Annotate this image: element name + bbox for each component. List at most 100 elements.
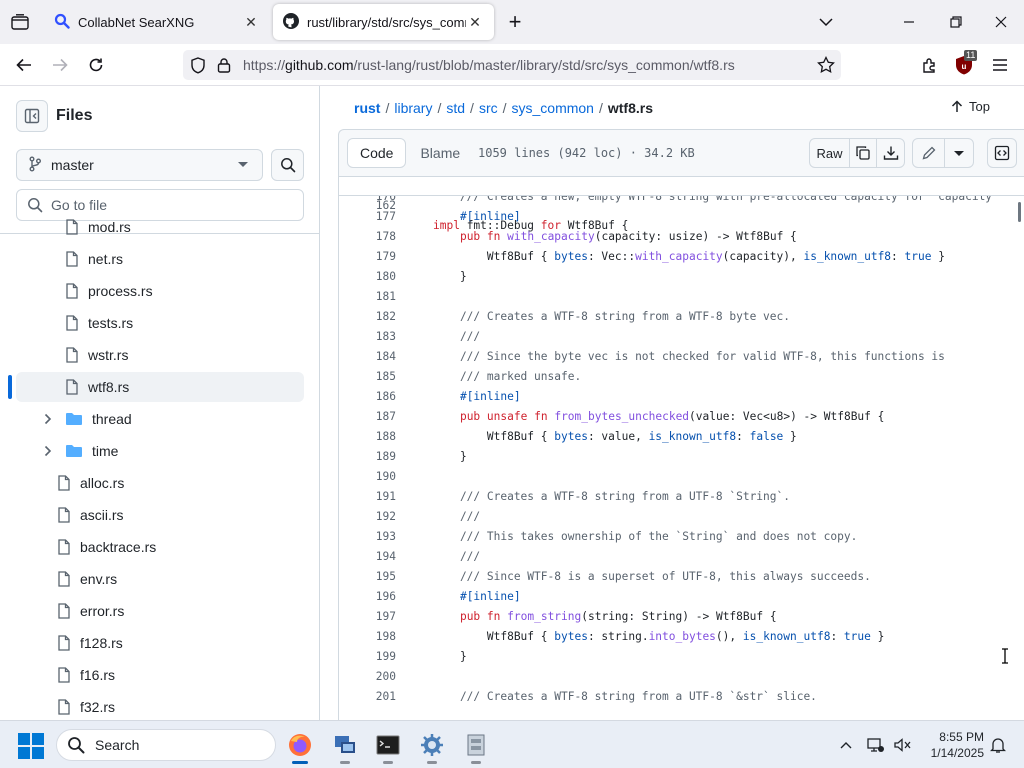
code-line[interactable]: 195 /// Since WTF-8 is a superset of UTF… [339,567,1024,587]
go-to-file-input[interactable] [51,197,291,213]
line-number[interactable]: 195 [339,567,396,587]
code-line[interactable]: 184 /// Since the byte vec is not checke… [339,347,1024,367]
code-line[interactable]: 194 /// [339,547,1024,567]
line-number[interactable]: 183 [339,327,396,347]
code-line[interactable]: 192 /// [339,507,1024,527]
line-number[interactable]: 184 [339,347,396,367]
line-number[interactable]: 182 [339,307,396,327]
lock-icon[interactable] [217,57,231,76]
raw-button[interactable]: Raw [810,139,850,167]
code-line[interactable]: 198 Wtf8Buf { bytes: string.into_bytes()… [339,627,1024,647]
volume-muted-icon[interactable] [893,735,913,755]
line-number[interactable]: 181 [339,287,396,307]
code-line[interactable]: 181 [339,287,1024,307]
edit-options-caret-icon[interactable] [945,139,973,167]
symbols-panel-button[interactable] [987,138,1017,168]
code-line[interactable]: 189 } [339,447,1024,467]
line-number[interactable]: 188 [339,427,396,447]
tree-folder-time[interactable]: time [64,436,304,466]
top-button[interactable]: Top [951,99,990,114]
line-number[interactable]: 186 [339,387,396,407]
file-cabinet-taskbar-icon[interactable] [458,729,494,764]
url-text[interactable]: https://github.com/rust-lang/rust/blob/m… [243,57,735,73]
notification-bell-icon[interactable] [988,735,1008,755]
line-number[interactable]: 200 [339,667,396,687]
breadcrumb-link-sys_common[interactable]: sys_common [512,100,594,116]
copy-raw-icon[interactable] [850,139,877,167]
breadcrumb-link-rust[interactable]: rust [354,100,380,116]
search-files-button[interactable] [271,149,304,181]
chevron-right-icon[interactable] [42,413,54,425]
code-view[interactable]: 162 impl fmt::Debug for Wtf8Buf { 176 //… [338,177,1024,720]
line-number[interactable]: 189 [339,447,396,467]
code-line[interactable]: 188 Wtf8Buf { bytes: value, is_known_utf… [339,427,1024,447]
tree-file-f32-rs[interactable]: f32.rs [56,692,304,720]
close-tab-icon[interactable]: ✕ [466,13,484,31]
code-line[interactable]: 199 } [339,647,1024,667]
line-number[interactable]: 191 [339,487,396,507]
pencil-icon[interactable] [913,139,945,167]
code-line[interactable]: 185 /// marked unsafe. [339,367,1024,387]
tree-file-env-rs[interactable]: env.rs [56,564,304,594]
menu-hamburger-icon[interactable] [986,52,1014,78]
forward-arrow-icon[interactable] [46,52,74,78]
line-number[interactable]: 201 [339,687,396,707]
back-arrow-icon[interactable] [10,52,38,78]
tree-file-wtf8-rs[interactable]: wtf8.rs [16,372,304,402]
tab-overview-icon[interactable] [6,10,34,34]
tree-file-backtrace-rs[interactable]: backtrace.rs [56,532,304,562]
settings-gear-taskbar-icon[interactable] [414,729,450,764]
collapse-sidebar-button[interactable] [16,100,48,132]
scrollbar-thumb[interactable] [1018,202,1021,222]
bookmark-star-icon[interactable] [817,55,835,77]
terminal-taskbar-icon[interactable] [370,729,406,764]
download-icon[interactable] [877,139,904,167]
line-number[interactable]: 196 [339,587,396,607]
windows-start-icon[interactable] [18,733,44,759]
tree-file-f16-rs[interactable]: f16.rs [56,660,304,690]
code-line[interactable]: 191 /// Creates a WTF-8 string from a UT… [339,487,1024,507]
chevron-right-icon[interactable] [42,445,54,457]
tree-file-tests-rs[interactable]: tests.rs [64,308,304,338]
code-line[interactable]: 200 [339,667,1024,687]
tracking-shield-icon[interactable] [190,57,206,77]
network-app-taskbar-icon[interactable] [327,729,363,764]
chevron-up-icon[interactable] [836,735,856,755]
line-number[interactable]: 190 [339,467,396,487]
network-icon[interactable] [866,735,886,755]
address-bar[interactable]: https://github.com/rust-lang/rust/blob/m… [183,50,841,80]
line-number[interactable]: 193 [339,527,396,547]
tab-code[interactable]: Code [347,138,407,168]
code-line[interactable]: 186 #[inline] [339,387,1024,407]
extensions-icon[interactable] [915,52,943,78]
tree-folder-thread[interactable]: thread [64,404,304,434]
sticky-scope-line[interactable]: 162 impl fmt::Debug for Wtf8Buf { [339,177,1024,232]
new-tab-button[interactable]: + [502,10,528,36]
line-number[interactable]: 199 [339,647,396,667]
breadcrumb-link-src[interactable]: src [479,100,498,116]
minimize-icon[interactable] [893,8,925,36]
taskbar-search[interactable]: Search [56,729,276,761]
code-line[interactable]: 187 pub unsafe fn from_bytes_unchecked(v… [339,407,1024,427]
code-line[interactable]: 190 [339,467,1024,487]
system-clock[interactable]: 8:55 PM 1/14/2025 [920,729,984,761]
tree-file-process-rs[interactable]: process.rs [64,276,304,306]
line-number[interactable]: 180 [339,267,396,287]
tree-file-wstr-rs[interactable]: wstr.rs [64,340,304,370]
tab-blame[interactable]: Blame [406,138,474,168]
code-line[interactable]: 197 pub fn from_string(string: String) -… [339,607,1024,627]
reload-icon[interactable] [82,52,110,78]
tree-file-mod-rs[interactable]: mod.rs [64,212,304,242]
browser-tab-searxng[interactable]: CollabNet SearXNG ✕ [44,4,270,40]
code-line[interactable]: 183 /// [339,327,1024,347]
tree-file-error-rs[interactable]: error.rs [56,596,304,626]
tree-file-alloc-rs[interactable]: alloc.rs [56,468,304,498]
restore-icon[interactable] [940,8,972,36]
firefox-taskbar-icon[interactable] [282,729,318,764]
close-tab-icon[interactable]: ✕ [242,13,260,31]
tree-file-f128-rs[interactable]: f128.rs [56,628,304,658]
breadcrumb-link-library[interactable]: library [394,100,432,116]
line-number[interactable]: 185 [339,367,396,387]
chevron-down-icon[interactable] [810,8,842,36]
line-number[interactable]: 192 [339,507,396,527]
